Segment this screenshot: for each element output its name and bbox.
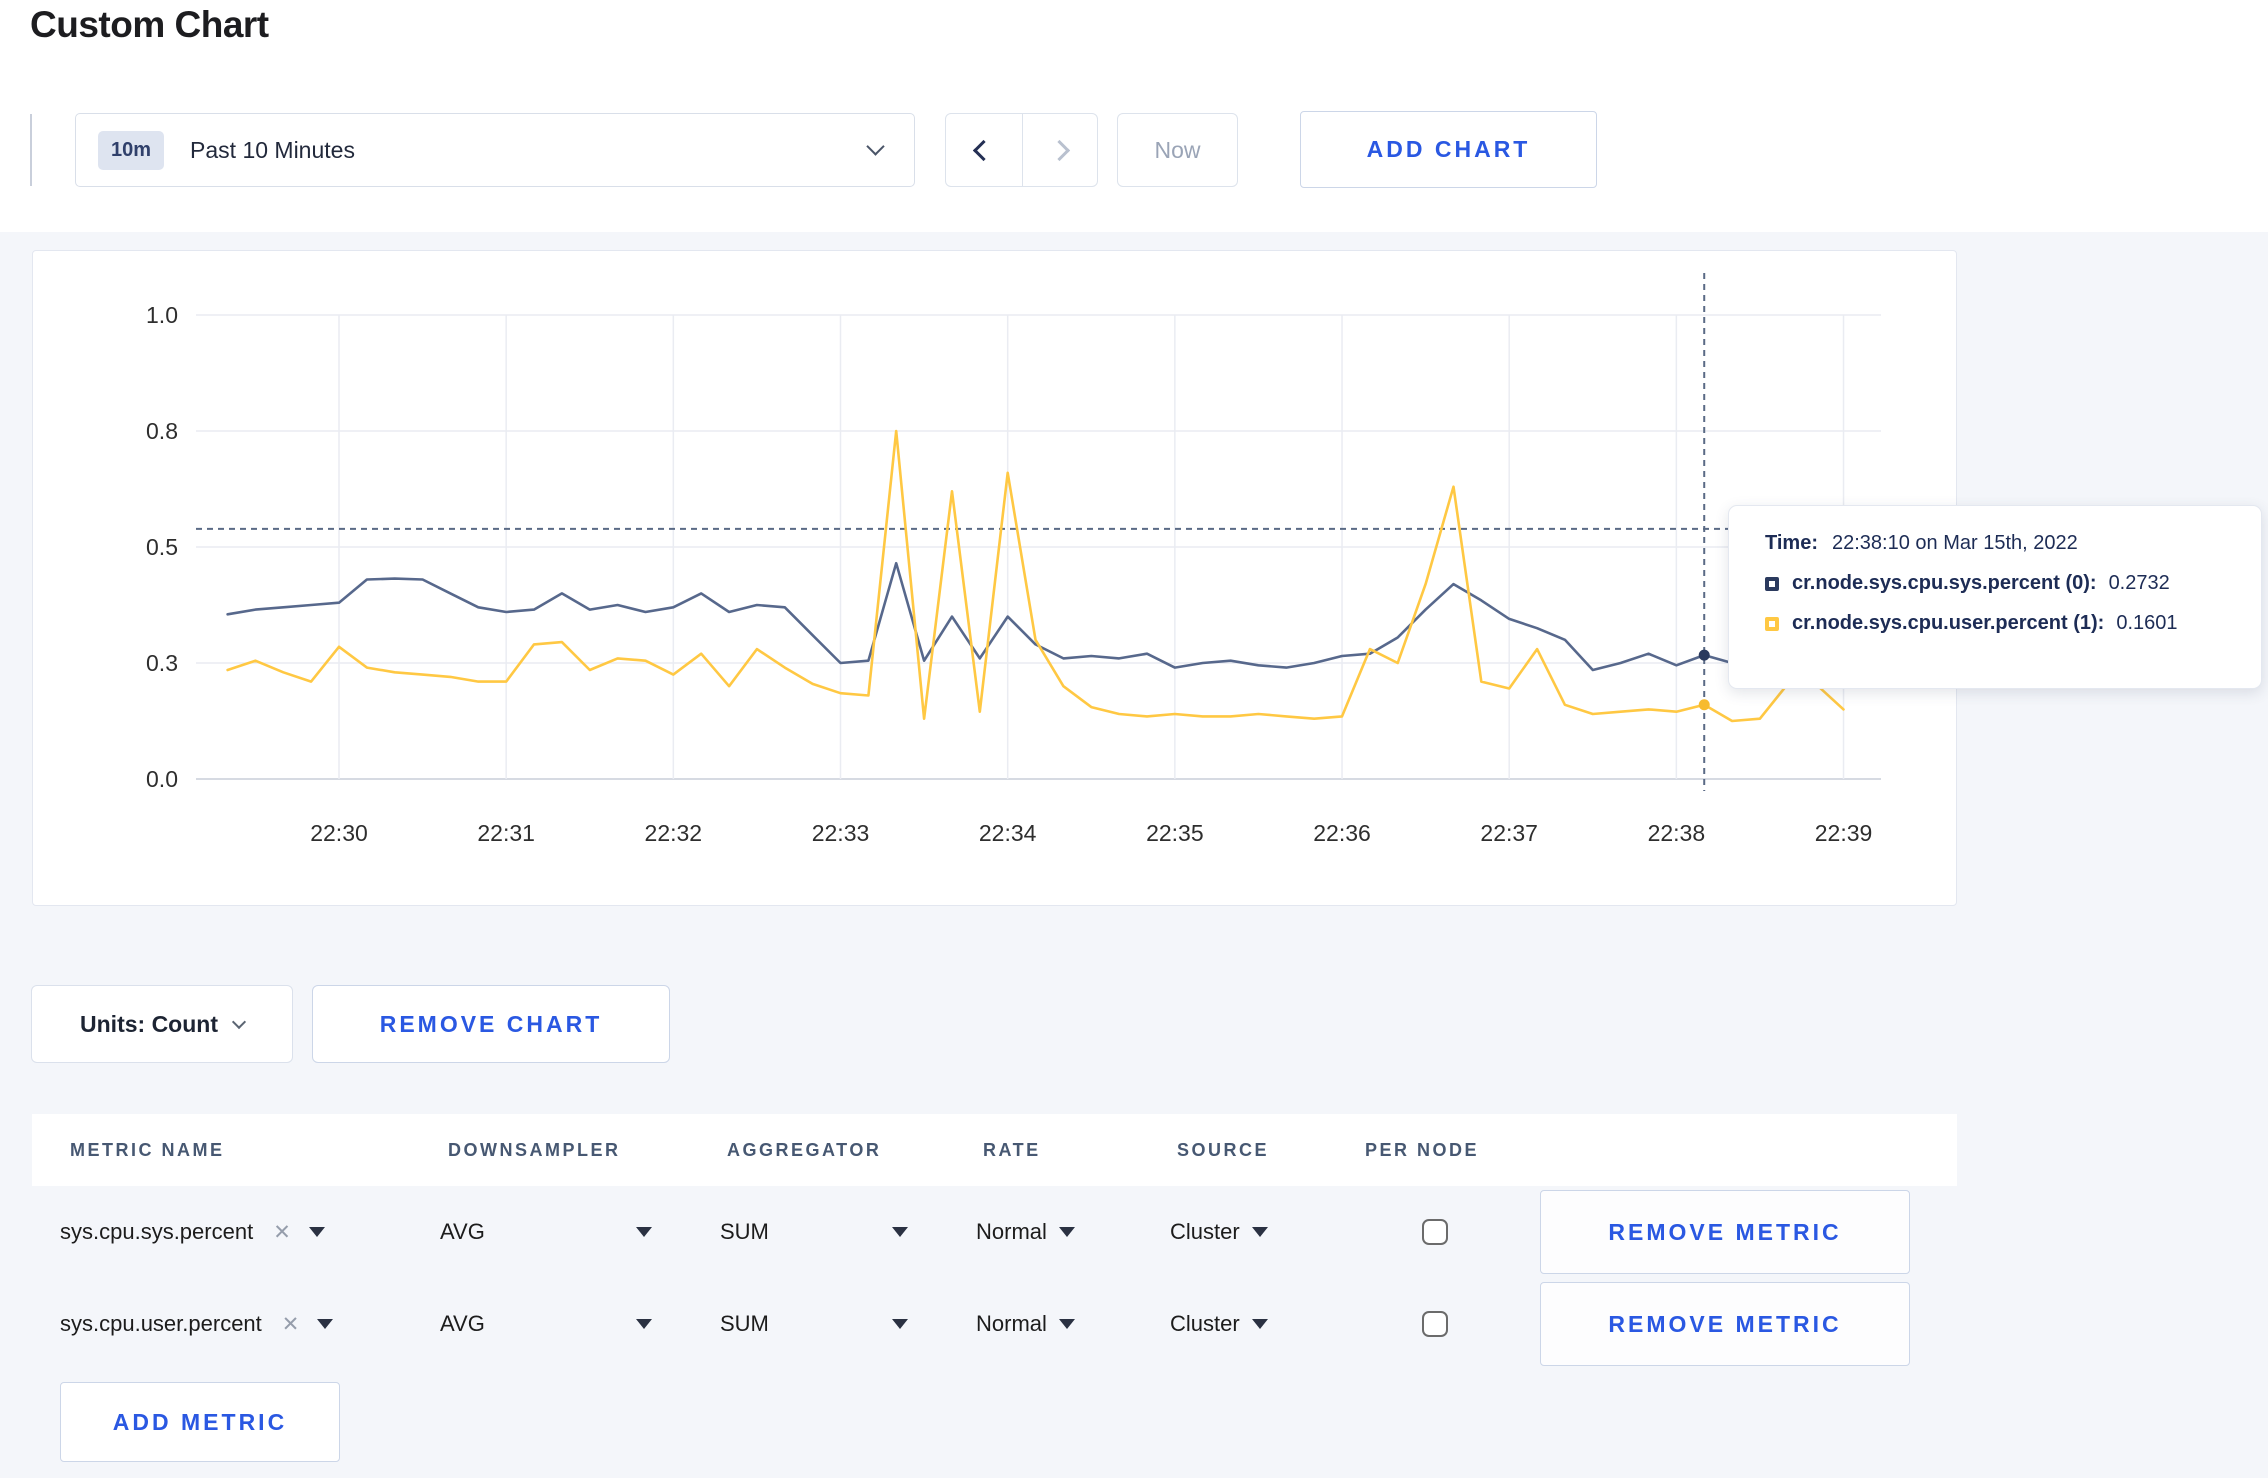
svg-text:0.0: 0.0 [146, 766, 178, 792]
time-window-badge: 10m [98, 130, 165, 170]
metrics-table-header: METRIC NAME DOWNSAMPLER AGGREGATOR RATE … [32, 1114, 1957, 1186]
aggregator-dropdown[interactable]: SUM [720, 1186, 908, 1278]
svg-text:22:34: 22:34 [979, 820, 1037, 846]
time-range-dropdown[interactable]: 10m Past 10 Minutes [75, 113, 915, 187]
time-window-label: Past 10 Minutes [190, 136, 355, 163]
downsampler-value: AVG [440, 1311, 485, 1336]
per-node-checkbox[interactable] [1422, 1311, 1448, 1337]
rate-dropdown[interactable]: Normal [976, 1278, 1075, 1370]
caret-down-icon [317, 1319, 334, 1329]
caret-down-icon [636, 1319, 652, 1329]
svg-text:22:33: 22:33 [812, 820, 870, 846]
remove-metric-button[interactable]: REMOVE METRIC [1540, 1282, 1910, 1366]
series-swatch-icon [1765, 616, 1779, 631]
remove-metric-button[interactable]: REMOVE METRIC [1540, 1190, 1910, 1274]
caret-down-icon [892, 1227, 908, 1237]
chevron-down-icon [231, 1014, 247, 1030]
downsampler-dropdown[interactable]: AVG [440, 1278, 652, 1370]
metric-name-dropdown[interactable]: sys.cpu.user.percent ✕ [60, 1278, 334, 1370]
aggregator-value: SUM [720, 1311, 769, 1336]
svg-text:22:35: 22:35 [1146, 820, 1204, 846]
step-forward-button[interactable] [1021, 114, 1098, 186]
svg-text:0.5: 0.5 [146, 534, 178, 560]
svg-text:22:36: 22:36 [1313, 820, 1371, 846]
time-step-buttons [945, 113, 1098, 187]
caret-down-icon [1251, 1227, 1268, 1237]
col-downsampler: DOWNSAMPLER [448, 1139, 621, 1160]
svg-text:22:39: 22:39 [1815, 820, 1873, 846]
col-aggregator: AGGREGATOR [727, 1139, 882, 1160]
series-swatch-icon [1765, 576, 1779, 591]
chart-tooltip: Time: 22:38:10 on Mar 15th, 2022 cr.node… [1728, 505, 2262, 689]
metric-name-value: sys.cpu.sys.percent [60, 1219, 254, 1244]
units-label: Units: Count [80, 1010, 218, 1037]
add-chart-button[interactable]: ADD CHART [1300, 111, 1597, 188]
col-per-node: PER NODE [1365, 1139, 1480, 1160]
toolbar-divider [30, 114, 32, 186]
rate-value: Normal [976, 1311, 1047, 1336]
source-dropdown[interactable]: Cluster [1170, 1186, 1268, 1278]
svg-text:1.0: 1.0 [146, 302, 178, 328]
svg-text:22:37: 22:37 [1480, 820, 1538, 846]
caret-down-icon [1058, 1227, 1075, 1237]
svg-text:22:31: 22:31 [477, 820, 535, 846]
page-header: Custom Chart 10m Past 10 Minutes Now ADD… [0, 0, 2268, 232]
remove-chart-button[interactable]: REMOVE CHART [312, 985, 670, 1063]
svg-text:0.3: 0.3 [146, 650, 178, 676]
metric-row: sys.cpu.user.percent ✕ AVG SUM Normal Cl… [32, 1278, 1957, 1370]
caret-down-icon [1251, 1319, 1268, 1329]
col-source: SOURCE [1177, 1139, 1270, 1160]
source-value: Cluster [1170, 1311, 1240, 1336]
downsampler-value: AVG [440, 1219, 485, 1244]
aggregator-value: SUM [720, 1219, 769, 1244]
caret-down-icon [636, 1227, 652, 1237]
downsampler-dropdown[interactable]: AVG [440, 1186, 652, 1278]
step-back-button[interactable] [946, 114, 1022, 186]
tooltip-series-value: 0.2732 [2108, 572, 2170, 594]
tooltip-time-value: 22:38:10 on Mar 15th, 2022 [1831, 532, 2078, 554]
col-metric-name: METRIC NAME [70, 1139, 225, 1160]
metric-name-dropdown[interactable]: sys.cpu.sys.percent ✕ [60, 1186, 325, 1278]
clear-metric-icon[interactable]: ✕ [273, 1220, 291, 1245]
aggregator-dropdown[interactable]: SUM [720, 1278, 908, 1370]
timeseries-chart[interactable]: 0.0 0.3 0.5 0.8 1.0 22:30 22:31 22:32 22:33 22:34… [33, 251, 1956, 905]
tooltip-series-label: cr.node.sys.cpu.sys.percent (0): [1792, 572, 2097, 594]
add-metric-button[interactable]: ADD METRIC [60, 1382, 340, 1462]
rate-value: Normal [976, 1219, 1047, 1244]
svg-text:22:38: 22:38 [1648, 820, 1706, 846]
caret-down-icon [308, 1227, 325, 1237]
page-title: Custom Chart [30, 4, 269, 45]
caret-down-icon [892, 1319, 908, 1329]
svg-text:22:32: 22:32 [645, 820, 703, 846]
clear-metric-icon[interactable]: ✕ [282, 1312, 300, 1337]
source-value: Cluster [1170, 1219, 1240, 1244]
source-dropdown[interactable]: Cluster [1170, 1278, 1268, 1370]
tooltip-time-label: Time: [1765, 532, 1818, 554]
svg-text:0.8: 0.8 [146, 418, 178, 444]
chevron-left-icon [973, 139, 995, 161]
svg-text:22:30: 22:30 [310, 820, 368, 846]
tooltip-series-label: cr.node.sys.cpu.user.percent (1): [1792, 612, 2105, 634]
now-button[interactable]: Now [1117, 113, 1238, 187]
metric-name-value: sys.cpu.user.percent [60, 1311, 262, 1336]
units-dropdown[interactable]: Units: Count [31, 985, 293, 1063]
per-node-checkbox[interactable] [1422, 1219, 1448, 1245]
chevron-right-icon [1049, 139, 1071, 161]
tooltip-series-value: 0.1601 [2116, 612, 2178, 634]
chevron-down-icon [866, 137, 885, 156]
rate-dropdown[interactable]: Normal [976, 1186, 1075, 1278]
chart-panel: 0.0 0.3 0.5 0.8 1.0 22:30 22:31 22:32 22:33 22:34… [32, 250, 1957, 906]
caret-down-icon [1058, 1319, 1075, 1329]
metric-row: sys.cpu.sys.percent ✕ AVG SUM Normal Clu… [32, 1186, 1957, 1278]
col-rate: RATE [983, 1139, 1041, 1160]
